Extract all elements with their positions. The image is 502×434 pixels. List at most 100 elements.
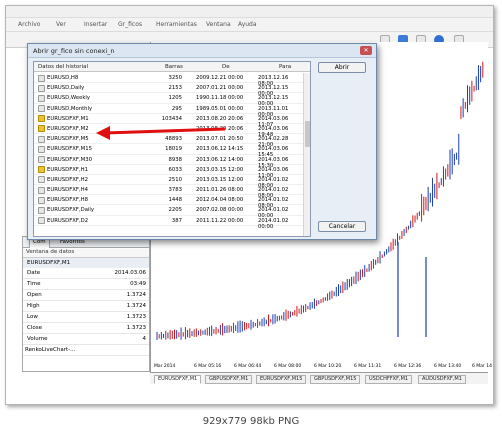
history-list: Datos del historial Barras De Para EURUS… [33, 61, 311, 237]
menu-ver[interactable]: Ver [56, 21, 66, 28]
history-row[interactable]: EURUSD,H8 3250 2009.12.21 00:00 2013.12.16 … [34, 73, 304, 87]
row-bars: 295 [171, 105, 182, 112]
history-file-icon [38, 196, 45, 204]
history-row[interactable]: EURUSD,Weekly 1205 1990.11.18 00:00 2013.12… [34, 93, 304, 107]
data-row: Close 1.3723 [23, 323, 149, 334]
open-offline-dialog: Abrir gr_fico sin conexi_n ✕ Datos del h… [27, 43, 377, 240]
col-name[interactable]: Datos del historial [38, 64, 88, 70]
row-to: 2014.01.02 00:00 [258, 217, 289, 230]
history-file-icon [38, 145, 45, 153]
x-tick-label: 6 Mar 05:16 [194, 364, 222, 369]
history-file-icon [38, 125, 45, 133]
row-name: EURUSDFXF,Daily [47, 207, 95, 214]
chart-tab[interactable]: AUDUSDFXF,M1 [418, 375, 466, 384]
history-file-icon [38, 105, 45, 113]
row-bars: 3250 [168, 75, 182, 81]
menu-bar: Archivo Ver Insertar Gr_ficos Herramient… [6, 18, 493, 32]
row-from: 2013.06.12 14:15 [196, 146, 244, 153]
row-from: 2013.06.12 14:00 [196, 156, 244, 163]
cancel-button[interactable]: Cancelar [318, 221, 366, 232]
x-tick-label: 6 Mar 10:20 [314, 364, 342, 369]
row-from: 2013.08.20 20:06 [196, 115, 244, 122]
chart-tab[interactable]: USDCHFFXF,M1 [365, 375, 413, 384]
history-file-icon [38, 94, 45, 102]
history-row[interactable]: EURUSDFXF,D2 387 2011.11.22 00:00 2014.01.0… [34, 216, 304, 230]
row-from: 2013.08.20 20:06 [196, 125, 244, 132]
chart-tab[interactable]: EURUSDFXF,M1 [154, 375, 202, 384]
menu-archivo[interactable]: Archivo [18, 21, 40, 28]
row-name: EURUSDFXF,M30 [47, 156, 92, 163]
dialog-title: Abrir gr_fico sin conexi_n [28, 44, 376, 58]
scroll-thumb[interactable] [305, 121, 310, 147]
history-row[interactable]: EURUSDFXF,H4 3783 2011.01.26 08:00 2014.01.… [34, 185, 304, 199]
row-bars: 2205 [168, 207, 182, 214]
data-row: Low 1.3723 [23, 312, 149, 323]
row-bars: 2510 [168, 176, 182, 183]
list-header: Datos del historial Barras De Para [34, 62, 310, 72]
title-bar [6, 6, 493, 18]
x-tick-label: Mar 2014 [154, 364, 176, 369]
row-bars: 103434 [161, 115, 182, 122]
history-row[interactable]: EURUSDFXF,H1 6033 2013.03.15 12:00 2014.03.… [34, 165, 304, 179]
row-from: 2012.04.04 08:00 [196, 197, 244, 204]
open-button[interactable]: Abrir [318, 62, 366, 73]
x-tick-label: 6 Mar 13:40 [434, 364, 462, 369]
row-bars: 18019 [165, 146, 182, 153]
row-bars: 3783 [168, 187, 182, 194]
row-bars: 2153 [168, 85, 182, 92]
history-file-icon [38, 176, 45, 184]
row-name: EURUSDFXF,H4 [47, 187, 88, 194]
history-row[interactable]: EURUSDFXF,M5 48893 2013.07.01 20:50 2014.02… [34, 134, 304, 148]
x-tick-label: 6 Mar 06:44 [234, 364, 262, 369]
data-window-table: Date 2014.03.06 Time 03:49 Open 1.3724 High… [23, 268, 149, 356]
row-name: EURUSDFXF,D2 [47, 217, 89, 224]
row-from: 1989.05.01 00:00 [196, 105, 244, 112]
x-tick-label: 6 Mar 08:00 [274, 364, 302, 369]
row-name: EURUSDFXF,H2 [47, 176, 88, 183]
chart-tab[interactable]: GBPUSDFXF,M1 [205, 375, 253, 384]
history-file-icon [38, 166, 45, 174]
row-name: EURUSDFXF,M2 [47, 125, 89, 132]
chart-tab-bar: EURUSDFXF,M1 GBPUSDFXF,M1 EURUSDFXF,M15 … [150, 372, 488, 384]
row-from: 2013.03.15 12:00 [196, 176, 244, 183]
x-tick-label: 6 Mar 11:31 [354, 364, 382, 369]
history-row[interactable]: EURUSDFXF,Daily 2205 2007.02.08 00:00 2014.… [34, 205, 304, 219]
history-file-icon [38, 217, 45, 225]
history-row[interactable]: EURUSDFXF,H8 1448 2012.04.04 08:00 2014.01.… [34, 195, 304, 209]
history-row[interactable]: EURUSDFXF,H2 2510 2013.03.15 12:00 2014.01.… [34, 175, 304, 189]
col-to[interactable]: Para [279, 64, 291, 70]
list-scrollbar[interactable] [303, 73, 310, 236]
row-name: EURUSD,H8 [47, 75, 79, 81]
history-row[interactable]: EURUSDFXF,M15 18019 2013.06.12 14:15 2014.0… [34, 144, 304, 158]
history-file-icon [38, 186, 45, 194]
menu-graficos[interactable]: Gr_ficos [118, 21, 142, 28]
time-axis: Mar 2014 6 Mar 05:16 6 Mar 06:44 6 Mar 0… [150, 362, 492, 372]
chart-tab[interactable]: EURUSDFXF,M15 [256, 375, 307, 384]
menu-herramientas[interactable]: Herramientas [156, 21, 197, 28]
history-file-icon [38, 84, 45, 92]
history-row[interactable]: EURUSDFXF,M2 2013.08.20 20:06 2014.03.06 1… [34, 124, 304, 138]
row-from: 2007.01.21 00:00 [196, 85, 244, 92]
row-from: 2009.12.21 00:00 [196, 75, 244, 81]
data-row: Time 03:49 [23, 279, 149, 290]
row-from: 2013.03.15 12:00 [196, 166, 244, 173]
history-row[interactable]: EURUSDFXF,M30 8938 2013.06.12 14:00 2014.03… [34, 155, 304, 169]
data-window-panel: Com Favoritos Ventana de datos EURUSDFXF… [22, 236, 150, 372]
row-name: EURUSD,Daily [47, 85, 85, 92]
menu-ayuda[interactable]: Ayuda [238, 21, 257, 28]
row-name: EURUSD,Monthly [47, 105, 93, 112]
menu-insertar[interactable]: Insertar [84, 21, 107, 28]
chart-tab[interactable]: GBPUSDFXF,M15 [310, 375, 361, 384]
row-bars: 48893 [165, 136, 182, 143]
history-row[interactable]: EURUSDFXF,M1 103434 2013.08.20 20:06 2014.0… [34, 114, 304, 128]
x-tick-label: 6 Mar 14 [472, 364, 492, 369]
history-row[interactable]: EURUSD,Monthly 295 1989.05.01 00:00 2013.11… [34, 104, 304, 118]
col-bars[interactable]: Barras [165, 64, 183, 70]
data-row: Volume 4 [23, 334, 149, 345]
row-from: 2007.02.08 00:00 [196, 207, 244, 214]
close-icon[interactable]: ✕ [360, 46, 372, 55]
menu-ventana[interactable]: Ventana [206, 21, 231, 28]
row-bars: 1205 [168, 95, 182, 102]
col-from[interactable]: De [222, 64, 230, 70]
history-row[interactable]: EURUSD,Daily 2153 2007.01.21 00:00 2013.12.… [34, 83, 304, 97]
